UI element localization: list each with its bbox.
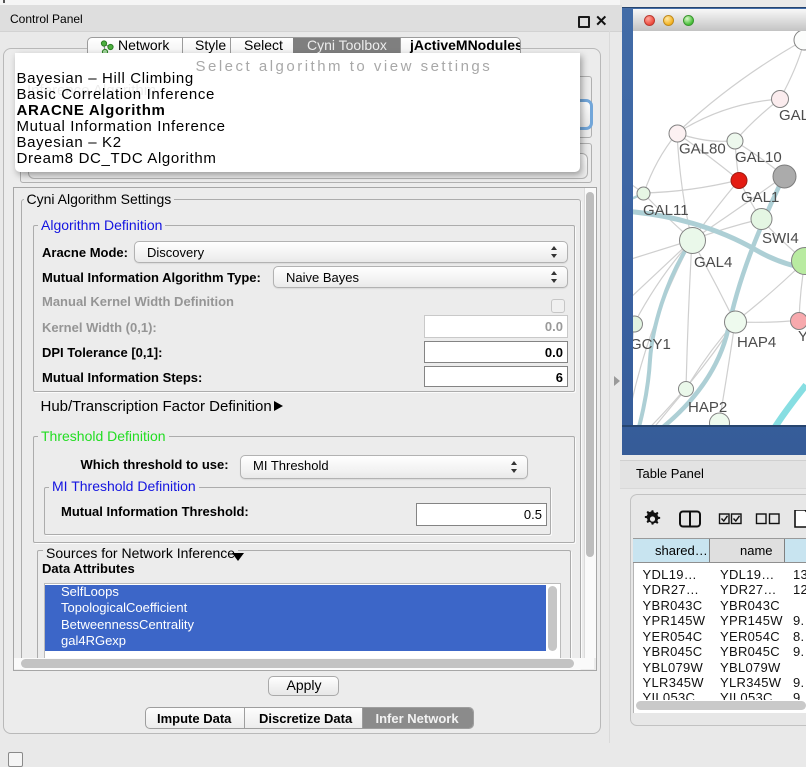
svg-text:HAP4: HAP4: [737, 334, 776, 351]
svg-text:Y: Y: [798, 328, 806, 345]
svg-text:GAL1: GAL1: [741, 189, 779, 206]
svg-text:GAL11: GAL11: [643, 202, 689, 219]
svg-text:SWI4: SWI4: [762, 230, 799, 247]
svg-text:HAP2: HAP2: [688, 399, 727, 416]
svg-text:GAL10: GAL10: [735, 149, 782, 166]
svg-text:GAL4: GAL4: [694, 254, 732, 271]
svg-text:GCY1: GCY1: [633, 336, 671, 353]
svg-text:GAL: GAL: [779, 107, 806, 124]
svg-text:GAL80: GAL80: [679, 141, 726, 158]
